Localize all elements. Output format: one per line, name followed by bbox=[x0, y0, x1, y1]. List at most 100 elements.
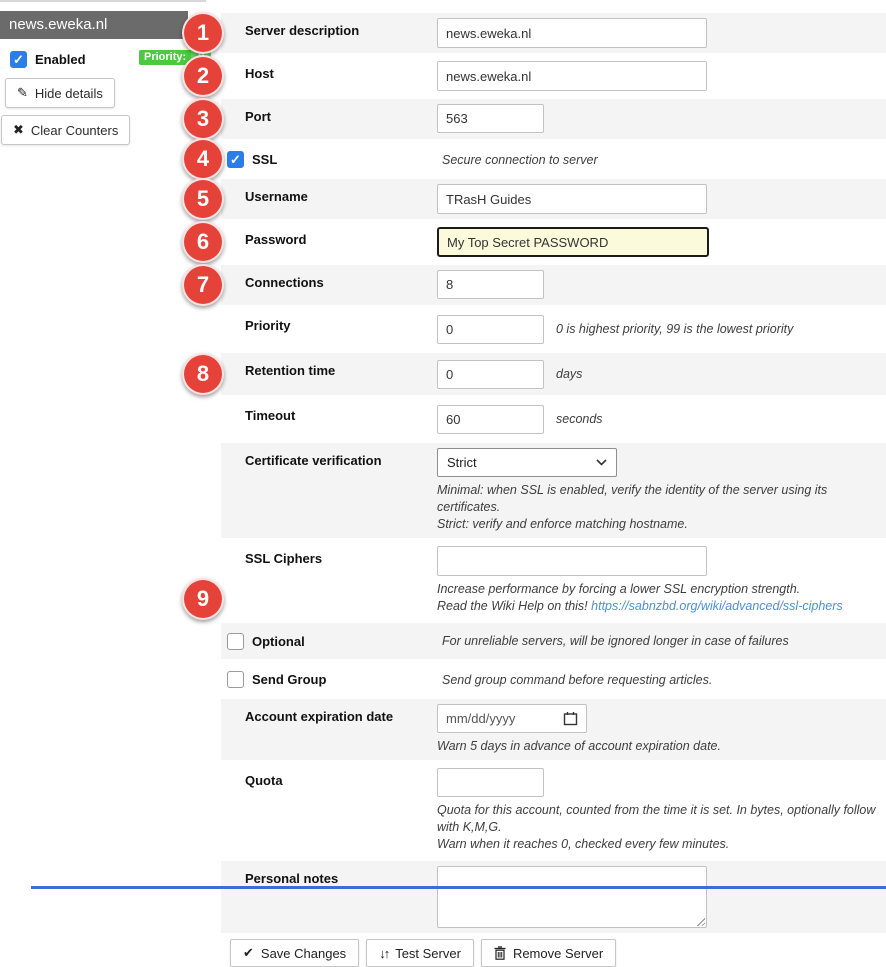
priority-input[interactable] bbox=[437, 315, 544, 344]
row-server-description: Server description bbox=[221, 13, 886, 53]
x-icon: ✖ bbox=[13, 122, 24, 138]
annotation-marker-2: 2 bbox=[182, 55, 224, 97]
annotation-marker-1: 1 bbox=[182, 12, 224, 54]
quota-label: Quota bbox=[245, 763, 437, 858]
remove-server-label: Remove Server bbox=[513, 946, 603, 961]
send-group-checkbox[interactable] bbox=[227, 671, 244, 688]
priority-label: Priority bbox=[245, 308, 437, 350]
send-group-label: Send Group bbox=[252, 672, 326, 687]
ssl-checkbox[interactable]: ✓ bbox=[227, 151, 244, 168]
resize-handle[interactable] bbox=[696, 917, 705, 926]
check-icon: ✓ bbox=[13, 53, 24, 66]
retention-time-suffix: days bbox=[556, 366, 582, 383]
row-timeout: Timeout seconds bbox=[221, 398, 886, 440]
retention-time-input[interactable] bbox=[437, 360, 544, 389]
form-actions: ✔ Save Changes ↓↑ Test Server Remove Ser… bbox=[230, 939, 886, 967]
host-input[interactable] bbox=[437, 61, 707, 91]
enabled-label: Enabled bbox=[35, 52, 86, 67]
server-config-form: Server description Host Port ✓ SSL Secur… bbox=[221, 13, 886, 967]
password-input[interactable] bbox=[437, 227, 709, 257]
ssl-ciphers-help-line2: Read the Wiki Help on this! https://sabn… bbox=[437, 598, 886, 615]
check-icon: ✔ bbox=[243, 945, 254, 961]
port-label: Port bbox=[245, 99, 437, 139]
account-expiration-date-input[interactable]: mm/dd/yyyy bbox=[437, 704, 587, 733]
enabled-checkbox[interactable]: ✓ bbox=[10, 51, 27, 68]
port-input[interactable] bbox=[437, 104, 544, 133]
timeout-label: Timeout bbox=[245, 398, 437, 440]
quota-input[interactable] bbox=[437, 768, 544, 797]
username-label: Username bbox=[245, 179, 437, 219]
date-placeholder: mm/dd/yyyy bbox=[446, 711, 515, 726]
top-divider bbox=[0, 0, 206, 2]
ssl-ciphers-input[interactable] bbox=[437, 546, 707, 576]
certificate-verification-label: Certificate verification bbox=[245, 443, 437, 538]
annotation-marker-6: 6 bbox=[182, 221, 224, 263]
ssl-ciphers-wiki-link[interactable]: https://sabnzbd.org/wiki/advanced/ssl-ci… bbox=[591, 599, 843, 613]
optional-help-text: For unreliable servers, will be ignored … bbox=[442, 623, 789, 659]
annotation-marker-8: 8 bbox=[182, 353, 224, 395]
optional-checkbox[interactable] bbox=[227, 633, 244, 650]
row-certificate-verification: Certificate verification Strict Minimal:… bbox=[221, 443, 886, 538]
row-quota: Quota Quota for this account, counted fr… bbox=[221, 763, 886, 858]
connections-input[interactable] bbox=[437, 270, 544, 299]
row-account-expiration-date: Account expiration date mm/dd/yyyy Warn … bbox=[221, 699, 886, 760]
enabled-row: ✓ Enabled bbox=[10, 51, 86, 68]
certificate-verification-select[interactable]: Strict bbox=[437, 448, 617, 477]
up-down-arrows-icon: ↓↑ bbox=[379, 946, 388, 961]
ssl-ciphers-label: SSL Ciphers bbox=[245, 541, 437, 620]
chevron-down-icon bbox=[596, 459, 607, 466]
row-retention-time: Retention time days bbox=[221, 353, 886, 395]
retention-time-label: Retention time bbox=[245, 353, 437, 395]
trash-icon bbox=[494, 946, 506, 960]
row-username: Username bbox=[221, 179, 886, 219]
pencil-icon: ✎ bbox=[17, 85, 28, 101]
timeout-input[interactable] bbox=[437, 405, 544, 434]
connections-label: Connections bbox=[245, 265, 437, 305]
ssl-ciphers-help-line1: Increase performance by forcing a lower … bbox=[437, 581, 886, 598]
quota-help-line1: Quota for this account, counted from the… bbox=[437, 802, 886, 836]
row-priority: Priority 0 is highest priority, 99 is th… bbox=[221, 308, 886, 350]
annotation-marker-4: 4 bbox=[182, 138, 224, 180]
row-host: Host bbox=[221, 56, 886, 96]
test-server-button[interactable]: ↓↑ Test Server bbox=[366, 939, 474, 967]
ssl-ciphers-help-text: Read the Wiki Help on this! bbox=[437, 599, 588, 613]
annotation-marker-3: 3 bbox=[182, 98, 224, 140]
certificate-help-line1: Minimal: when SSL is enabled, verify the… bbox=[437, 482, 886, 516]
save-changes-button[interactable]: ✔ Save Changes bbox=[230, 939, 359, 967]
account-expiration-date-label: Account expiration date bbox=[245, 699, 437, 760]
certificate-verification-value: Strict bbox=[447, 455, 477, 470]
priority-badge-label: Priority: bbox=[139, 50, 191, 65]
account-expiration-help-text: Warn 5 days in advance of account expira… bbox=[437, 738, 886, 755]
calendar-icon bbox=[563, 711, 578, 726]
timeout-suffix: seconds bbox=[556, 411, 603, 428]
username-input[interactable] bbox=[437, 184, 707, 214]
check-icon: ✓ bbox=[230, 153, 241, 166]
row-ssl: ✓ SSL Secure connection to server bbox=[221, 142, 886, 176]
personal-notes-label: Personal notes bbox=[245, 861, 437, 933]
row-connections: Connections bbox=[221, 265, 886, 305]
optional-label: Optional bbox=[252, 634, 305, 649]
server-description-label: Server description bbox=[245, 13, 437, 53]
row-port: Port bbox=[221, 99, 886, 139]
test-server-label: Test Server bbox=[395, 946, 461, 961]
password-label: Password bbox=[245, 222, 437, 262]
row-personal-notes: Personal notes bbox=[221, 861, 886, 933]
clear-counters-button[interactable]: ✖ Clear Counters bbox=[1, 115, 130, 145]
certificate-help-line2: Strict: verify and enforce matching host… bbox=[437, 516, 886, 533]
ssl-help-text: Secure connection to server bbox=[442, 142, 598, 176]
row-send-group: Send Group Send group command before req… bbox=[221, 662, 886, 696]
ssl-label: SSL bbox=[252, 152, 277, 167]
remove-server-button[interactable]: Remove Server bbox=[481, 939, 616, 967]
hide-details-label: Hide details bbox=[35, 86, 103, 101]
server-description-input[interactable] bbox=[437, 18, 707, 48]
clear-counters-label: Clear Counters bbox=[31, 123, 118, 138]
host-label: Host bbox=[245, 56, 437, 96]
hide-details-button[interactable]: ✎ Hide details bbox=[5, 78, 115, 108]
save-changes-label: Save Changes bbox=[261, 946, 346, 961]
annotation-marker-9: 9 bbox=[182, 578, 224, 620]
row-optional: Optional For unreliable servers, will be… bbox=[221, 623, 886, 659]
annotation-marker-7: 7 bbox=[182, 264, 224, 306]
personal-notes-textarea[interactable] bbox=[437, 866, 707, 928]
row-password: Password bbox=[221, 222, 886, 262]
priority-help-text: 0 is highest priority, 99 is the lowest … bbox=[556, 321, 793, 338]
